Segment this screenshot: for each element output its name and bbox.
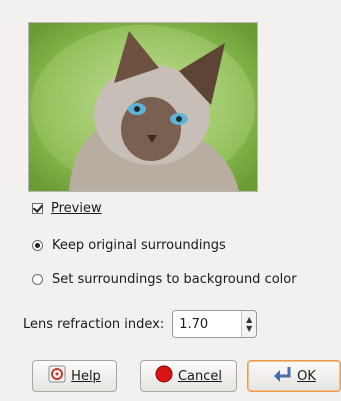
return-arrow-icon [272, 365, 292, 387]
radio-button-selected[interactable] [32, 240, 43, 251]
lens-refraction-label: Lens refraction index: [23, 316, 165, 332]
spinner-up-icon[interactable]: ▲ [246, 315, 252, 324]
radio-button-unselected[interactable] [32, 274, 43, 285]
lens-refraction-input[interactable] [173, 311, 242, 337]
preview-label: Preview [51, 201, 102, 216]
lens-refraction-row: Lens refraction index: ▲ ▼ [23, 310, 258, 338]
preview-checkbox-row[interactable]: Preview [32, 201, 102, 216]
preview-checkbox[interactable] [32, 203, 43, 214]
cancel-label: Cancel [177, 368, 223, 384]
cancel-button[interactable]: Cancel [140, 360, 237, 392]
cat-photo [29, 23, 257, 191]
help-label: Help [71, 368, 101, 384]
cancel-icon [155, 365, 173, 387]
radio-set-label: Set surroundings to background color [52, 272, 297, 287]
radio-set-background-color[interactable]: Set surroundings to background color [32, 272, 297, 287]
ok-label: OK [297, 368, 316, 384]
spinner-down-icon[interactable]: ▼ [246, 324, 252, 333]
lens-refraction-spinner[interactable]: ▲ ▼ [172, 310, 258, 338]
preview-image [28, 22, 258, 192]
help-button[interactable]: Help [32, 360, 117, 392]
radio-keep-original-surroundings[interactable]: Keep original surroundings [32, 238, 226, 253]
spinner-arrows[interactable]: ▲ ▼ [241, 311, 257, 337]
ok-button[interactable]: OK [247, 360, 341, 392]
radio-keep-label: Keep original surroundings [52, 238, 226, 253]
help-icon [48, 365, 66, 387]
